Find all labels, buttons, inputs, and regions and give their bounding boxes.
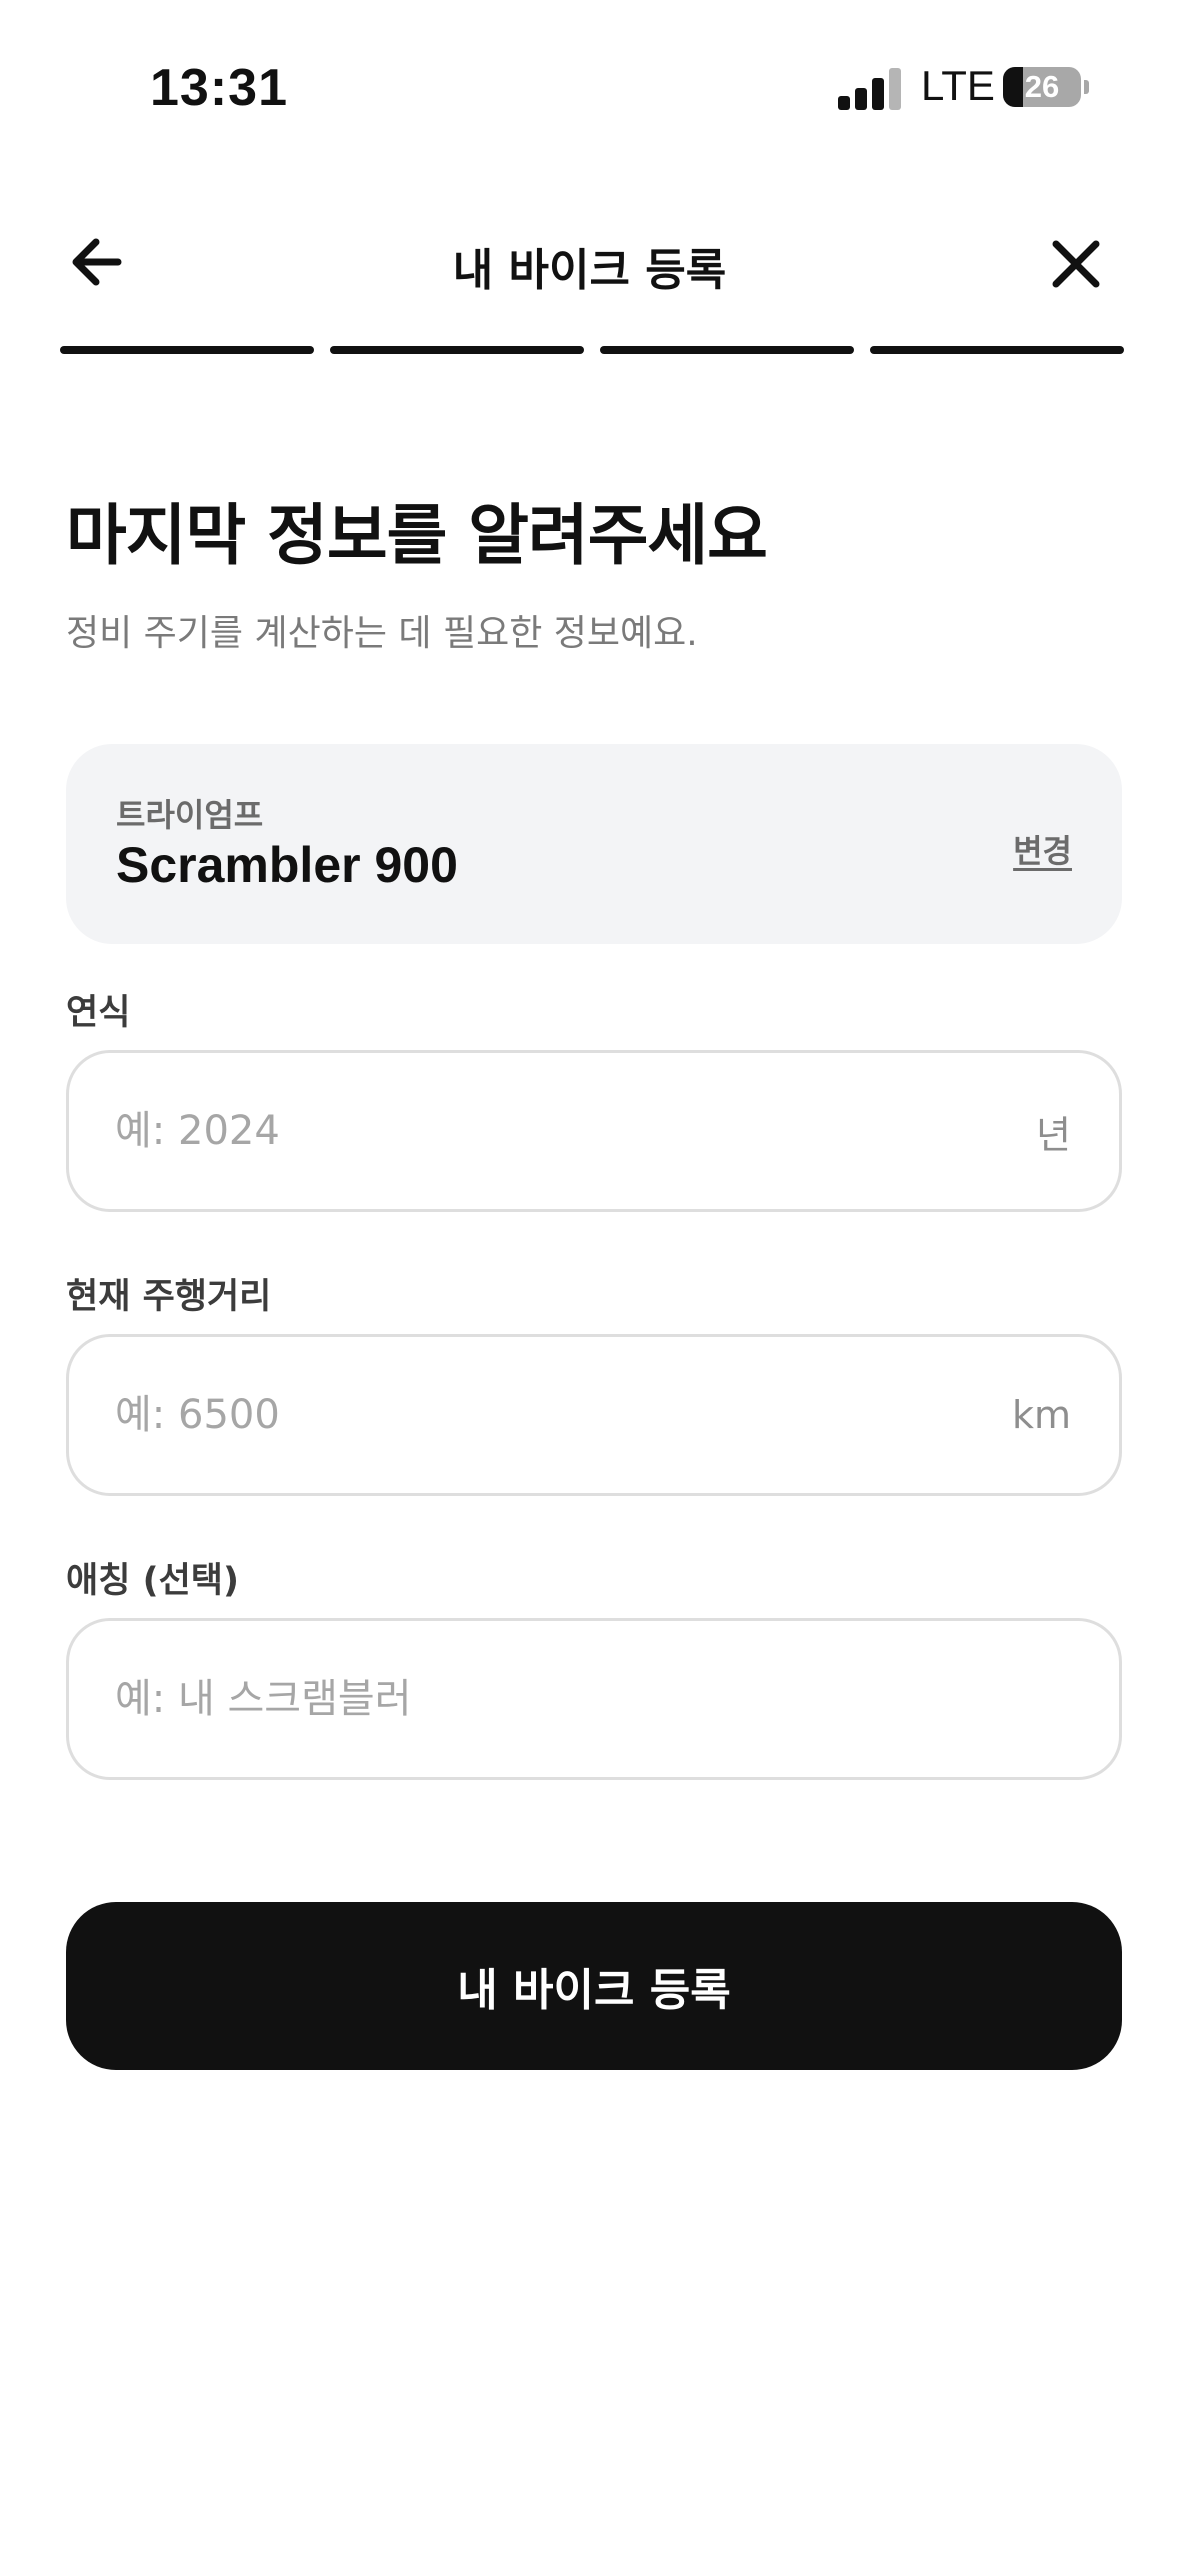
- nav-header: 내 바이크 등록: [0, 200, 1179, 320]
- progress-step-4: [870, 346, 1124, 354]
- close-button[interactable]: [1040, 228, 1112, 300]
- bike-model: Scrambler 900: [116, 837, 458, 893]
- nav-title: 내 바이크 등록: [452, 245, 727, 296]
- nickname-label: 애칭 (선택): [66, 1561, 239, 1601]
- year-input[interactable]: [115, 1053, 935, 1209]
- mileage-unit: km: [1011, 1393, 1071, 1437]
- change-bike-link[interactable]: 변경: [1013, 826, 1072, 872]
- status-time: 13:31: [150, 59, 288, 117]
- register-bike-button[interactable]: 내 바이크 등록: [66, 1902, 1122, 2070]
- register-bike-screen: 13:31 LTE 26 내 바이크 등록 마지막 정보를 알려주세요 정비 주…: [0, 0, 1179, 2556]
- network-type: LTE: [921, 62, 995, 109]
- progress-step-3: [600, 346, 854, 354]
- year-field-container: 년: [66, 1050, 1122, 1212]
- page-title: 마지막 정보를 알려주세요: [66, 497, 768, 574]
- close-icon: [1052, 240, 1100, 288]
- nickname-input[interactable]: [115, 1621, 935, 1777]
- status-bar: 13:31 LTE 26: [0, 0, 1179, 150]
- mileage-field-container: km: [66, 1334, 1122, 1496]
- bike-brand: 트라이엄프: [116, 796, 264, 834]
- cellular-signal-icon: [838, 66, 901, 110]
- selected-bike-card: 트라이엄프 Scrambler 900 변경: [66, 744, 1122, 944]
- progress-step-2: [330, 346, 584, 354]
- page-subtitle: 정비 주기를 계산하는 데 필요한 정보예요.: [66, 613, 698, 654]
- year-label: 연식: [66, 993, 131, 1033]
- mileage-input[interactable]: [115, 1337, 935, 1493]
- battery-cap: [1084, 80, 1089, 94]
- nickname-field-container: [66, 1618, 1122, 1780]
- year-unit: 년: [1036, 1112, 1071, 1157]
- mileage-label: 현재 주행거리: [66, 1277, 272, 1317]
- battery-icon: 26: [1003, 67, 1081, 107]
- battery-level: 26: [1024, 69, 1060, 104]
- progress-step-1: [60, 346, 314, 354]
- step-progress-bar: [60, 346, 1124, 354]
